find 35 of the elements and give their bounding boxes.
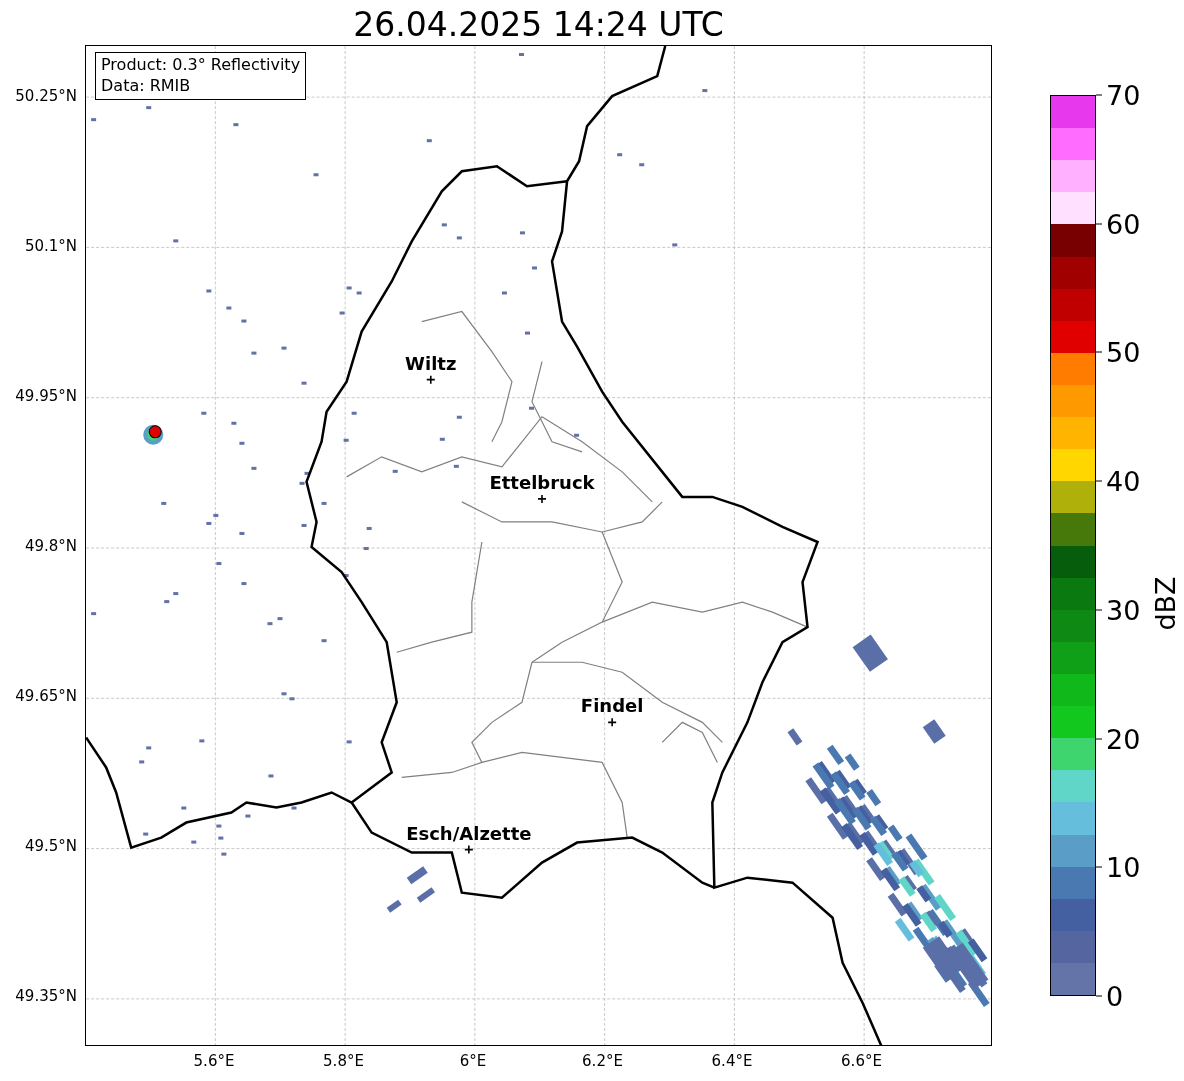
legend-text: Data: RMIB bbox=[101, 75, 192, 97]
latitude-tick-label: 49.5°N bbox=[24, 837, 77, 855]
colorbar-tick-label: 10 bbox=[1106, 853, 1141, 881]
latitude-tick-label: 50.1°N bbox=[24, 237, 77, 255]
city-marker-icon bbox=[464, 844, 474, 855]
longitude-tick-label: 6.6°E bbox=[841, 1052, 882, 1070]
colorbar-tick-label: 0 bbox=[1106, 982, 1124, 1010]
latitude-tick-label: 49.65°N bbox=[15, 687, 77, 705]
colorbar-tick-label: 60 bbox=[1106, 210, 1141, 238]
radar-site-marker bbox=[143, 424, 164, 445]
longitude-tick-label: 5.6°E bbox=[193, 1052, 235, 1070]
city-label: Esch/Alzette bbox=[406, 822, 532, 844]
city-label: Wiltz bbox=[405, 352, 457, 374]
latitude-tick-label: 49.35°N bbox=[15, 987, 77, 1005]
city-marker-icon bbox=[425, 374, 436, 385]
latitude-tick-label: 50.25°N bbox=[15, 87, 77, 105]
colorbar-tick-label: 50 bbox=[1106, 338, 1141, 366]
city-marker-icon bbox=[537, 494, 547, 504]
longitude-tick-label: 6.2°E bbox=[582, 1052, 623, 1070]
latitude-tick-label: 49.8°N bbox=[24, 537, 77, 555]
colorbar-tick-label: 30 bbox=[1106, 596, 1141, 624]
city-marker-icon bbox=[607, 717, 617, 728]
radar-echo-drawing bbox=[386, 899, 402, 913]
longitude-tick-label: 6°E bbox=[459, 1052, 487, 1070]
colorbar-tick-label: 40 bbox=[1106, 467, 1141, 495]
legend-text: Product: 0.3° Reflectivity bbox=[101, 55, 301, 76]
colorbar-tick-label: 70 bbox=[1106, 81, 1141, 109]
colorbar-tick-label: 20 bbox=[1106, 725, 1141, 753]
city-label: Findel bbox=[580, 695, 644, 717]
longitude-tick-label: 6.4°E bbox=[711, 1052, 753, 1070]
colorbar-label: dBZ bbox=[1149, 575, 1181, 631]
city-label: Ettelbruck bbox=[489, 471, 595, 493]
chart-title: 26.04.2025 14:24 UTC bbox=[352, 8, 725, 45]
longitude-tick-label: 5.8°E bbox=[323, 1052, 364, 1070]
latitude-tick-label: 49.95°N bbox=[15, 387, 77, 405]
